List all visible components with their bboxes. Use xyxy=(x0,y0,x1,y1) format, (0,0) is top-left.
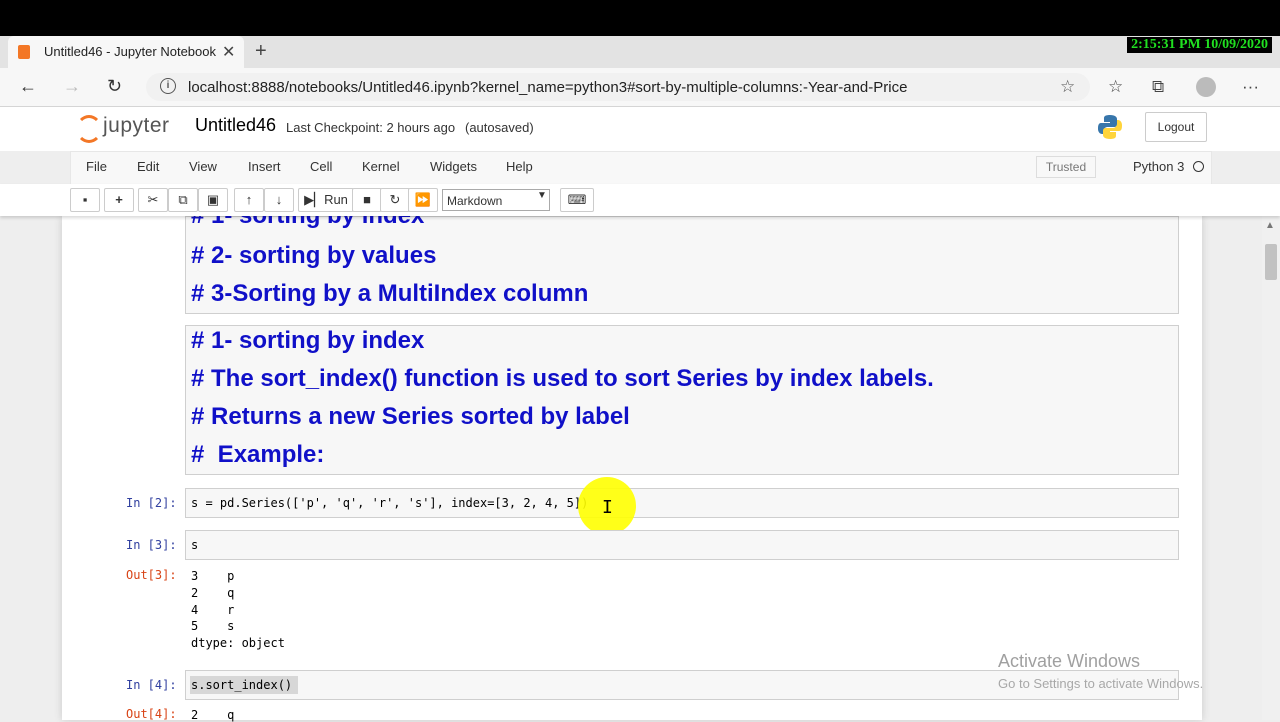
copy-icon[interactable]: ⧉ xyxy=(168,188,198,212)
output-line: 2 q xyxy=(191,586,235,600)
move-up-icon[interactable]: ↑ xyxy=(234,188,264,212)
notebook-favicon-icon xyxy=(18,45,30,59)
scrollbar-thumb[interactable] xyxy=(1265,244,1277,280)
insert-cell-icon[interactable]: + xyxy=(104,188,134,212)
autosave-status: (autosaved) xyxy=(465,120,534,135)
python-logo-icon xyxy=(1098,115,1122,139)
move-down-icon[interactable]: ↓ xyxy=(264,188,294,212)
menu-help[interactable]: Help xyxy=(506,159,533,174)
restart-icon[interactable]: ↻ xyxy=(380,188,410,212)
input-prompt: In [2]: xyxy=(126,496,177,510)
markdown-heading: # 1- sorting by index xyxy=(191,327,425,354)
cut-icon[interactable]: ✂ xyxy=(138,188,168,212)
run-label: Run xyxy=(324,192,348,207)
url-text[interactable]: localhost:8888/notebooks/Untitled46.ipyn… xyxy=(188,79,907,96)
jupyter-logo-icon[interactable] xyxy=(76,115,102,143)
input-prompt: In [3]: xyxy=(126,538,177,552)
text-cursor-icon: I xyxy=(602,497,613,518)
activate-windows-title: Activate Windows xyxy=(998,651,1141,671)
code-input[interactable]: s.sort_index() xyxy=(191,678,292,692)
activate-windows-subtitle: Go to Settings to activate Windows. xyxy=(998,676,1204,691)
restart-run-all-icon[interactable]: ⏩ xyxy=(408,188,438,212)
output-line: dtype: object xyxy=(191,636,285,650)
cell-type-select[interactable]: Markdown xyxy=(442,189,550,211)
markdown-cell-content: # 1- sorting by index # 2- sorting by va… xyxy=(185,216,1179,314)
interrupt-icon[interactable]: ■ xyxy=(352,188,382,212)
back-arrow-icon[interactable]: ← xyxy=(19,76,37,97)
markdown-heading: # The sort_index() function is used to s… xyxy=(191,365,934,392)
jupyter-logo-text[interactable]: jupyter xyxy=(103,114,170,138)
menu-cell[interactable]: Cell xyxy=(310,159,332,174)
favorites-icon[interactable]: ☆ xyxy=(1108,77,1123,97)
more-menu-icon[interactable]: ··· xyxy=(1242,77,1259,97)
code-input[interactable]: s xyxy=(191,538,198,552)
output-prompt: Out[3]: xyxy=(126,568,177,582)
chevron-down-icon: ▼ xyxy=(537,190,547,201)
kernel-idle-indicator-icon xyxy=(1193,161,1204,172)
run-button[interactable]: ▶▏Run xyxy=(298,188,354,212)
input-prompt: In [4]: xyxy=(126,678,177,692)
menu-insert[interactable]: Insert xyxy=(248,159,281,174)
code-input[interactable]: s = pd.Series(['p', 'q', 'r', 's'], inde… xyxy=(191,496,588,510)
new-tab-icon[interactable]: + xyxy=(255,40,267,63)
markdown-heading: # 2- sorting by values xyxy=(191,242,437,269)
screen-top-bar xyxy=(0,0,1280,36)
close-tab-icon[interactable]: ✕ xyxy=(222,42,235,62)
menu-kernel[interactable]: Kernel xyxy=(362,159,400,174)
tab-title: Untitled46 - Jupyter Notebook xyxy=(44,44,216,59)
favorite-star-icon[interactable]: ☆ xyxy=(1060,77,1075,97)
code-cell[interactable] xyxy=(185,530,1179,560)
logout-button[interactable]: Logout xyxy=(1145,112,1207,142)
menu-widgets[interactable]: Widgets xyxy=(430,159,477,174)
output-line: 5 s xyxy=(191,619,235,633)
scroll-up-icon[interactable]: ▲ xyxy=(1265,220,1275,231)
menu-file[interactable]: File xyxy=(86,159,107,174)
paste-icon[interactable]: ▣ xyxy=(198,188,228,212)
output-line: 3 p xyxy=(191,569,235,583)
reload-icon[interactable]: ↻ xyxy=(107,76,122,97)
output-line: 4 r xyxy=(191,603,235,617)
save-icon[interactable]: ▪ xyxy=(70,188,100,212)
markdown-heading: # Returns a new Series sorted by label xyxy=(191,403,630,430)
output-prompt: Out[4]: xyxy=(126,707,177,721)
jupyter-header xyxy=(0,107,1280,151)
profile-avatar-icon[interactable] xyxy=(1196,77,1216,97)
collections-icon[interactable]: ⧉ xyxy=(1152,77,1164,97)
kernel-name: Python 3 xyxy=(1133,159,1185,174)
markdown-heading: # 3-Sorting by a MultiIndex column xyxy=(191,280,589,307)
clock-overlay: 2:15:31 PM 10/09/2020 xyxy=(1127,37,1272,53)
command-palette-icon[interactable]: ⌨ xyxy=(560,188,594,212)
checkpoint-status: Last Checkpoint: 2 hours ago xyxy=(286,120,456,135)
menu-view[interactable]: View xyxy=(189,159,217,174)
menu-edit[interactable]: Edit xyxy=(137,159,159,174)
notebook-name[interactable]: Untitled46 xyxy=(195,115,276,136)
markdown-heading: # 1- sorting by index xyxy=(191,216,424,230)
run-icon: ▶▏ xyxy=(304,192,325,207)
site-info-icon[interactable]: i xyxy=(160,78,176,94)
forward-arrow-icon[interactable]: → xyxy=(63,76,81,97)
scrollbar[interactable] xyxy=(1262,216,1280,720)
markdown-heading: # Example: xyxy=(191,441,325,468)
trusted-indicator[interactable]: Trusted xyxy=(1036,156,1096,178)
